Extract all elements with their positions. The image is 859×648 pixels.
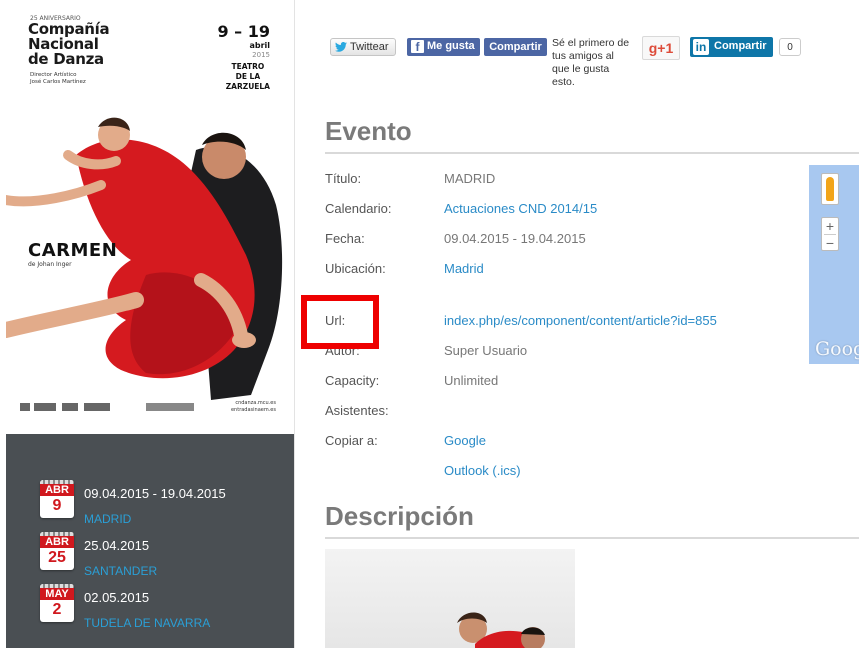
location-map[interactable]: + − Goog xyxy=(809,165,859,364)
event-item[interactable]: ABR 9 09.04.2015 - 19.04.2015 MADRID xyxy=(40,480,290,530)
poster-show-author: de Johan Inger xyxy=(28,261,72,268)
facebook-icon: f xyxy=(411,40,424,54)
zoom-out-button[interactable]: − xyxy=(822,235,838,251)
calendar-day: 9 xyxy=(52,497,62,514)
zoom-in-button[interactable]: + xyxy=(822,218,838,234)
calendar-month: ABR xyxy=(40,484,74,496)
event-item[interactable]: ABR 25 25.04.2015 SANTANDER xyxy=(40,532,290,582)
calendar-icon: ABR 9 xyxy=(40,480,74,518)
detail-value-title: MADRID xyxy=(444,171,496,186)
event-heading-rule xyxy=(325,152,859,154)
poster-contact-line: entradasinaem.es xyxy=(230,407,276,413)
poster-contact: cndanza.mcu.es entradasinaem.es xyxy=(231,400,276,414)
poster-month: abril xyxy=(249,41,270,50)
detail-value-date: 09.04.2015 - 19.04.2015 xyxy=(444,231,586,246)
poster-venue-line: DE LA xyxy=(235,72,261,81)
description-heading: Descripción xyxy=(325,501,474,531)
poster-company-line: de Danza xyxy=(28,50,104,68)
detail-label-attendees: Asistentes: xyxy=(325,403,389,418)
detail-label-copy-to: Copiar a: xyxy=(325,433,378,448)
calendar-day: 2 xyxy=(52,601,62,618)
description-image[interactable] xyxy=(325,549,575,648)
detail-label-date: Fecha: xyxy=(325,231,365,246)
column-divider xyxy=(294,0,295,648)
copy-to-outlook-link[interactable]: Outlook (.ics) xyxy=(444,463,521,478)
facebook-share-button[interactable]: Compartir xyxy=(484,38,547,56)
poster-year: 2015 xyxy=(252,51,270,59)
poster-show-title: CARMEN xyxy=(28,240,118,261)
detail-value-author: Super Usuario xyxy=(444,343,528,358)
poster-dates: 9 – 19 xyxy=(217,22,270,41)
sponsor-logo xyxy=(146,403,194,411)
poster-company: Compañía Nacional de Danza xyxy=(28,22,110,68)
poster-director-line: José Carlos Martínez xyxy=(30,79,86,85)
highlight-box xyxy=(301,295,379,349)
event-heading: Evento xyxy=(325,116,412,146)
detail-label-title: Título: xyxy=(325,171,362,186)
event-url-link[interactable]: index.php/es/component/content/article?i… xyxy=(444,313,717,328)
street-view-pegman-icon[interactable] xyxy=(821,173,839,205)
detail-label-location: Ubicación: xyxy=(325,261,386,276)
calendar-month: MAY xyxy=(40,588,74,600)
linkedin-share-count: 0 xyxy=(779,38,801,56)
location-link[interactable]: Madrid xyxy=(444,261,484,276)
detail-value-capacity: Unlimited xyxy=(444,373,499,388)
sponsor-logo xyxy=(84,403,110,411)
left-sidebar: 25 ANIVERSARIO Compañía Nacional de Danz… xyxy=(6,0,294,648)
linkedin-icon: in xyxy=(693,39,709,55)
sponsor-logo xyxy=(34,403,56,411)
linkedin-share-button[interactable]: in Compartir xyxy=(690,37,773,57)
twitter-label: Twittear xyxy=(350,41,389,53)
map-zoom-control: + − xyxy=(821,217,839,251)
calendar-icon: ABR 25 xyxy=(40,532,74,570)
event-city-link[interactable]: TUDELA DE NAVARRA xyxy=(84,616,210,630)
description-heading-rule xyxy=(325,537,859,539)
calendar-day: 25 xyxy=(48,549,66,566)
linkedin-label: Compartir xyxy=(714,40,767,52)
pegman-figure xyxy=(826,177,834,201)
event-dates: 02.05.2015 xyxy=(84,590,150,605)
calendar-link[interactable]: Actuaciones CND 2014/15 xyxy=(444,201,597,216)
poster-venue-line: TEATRO xyxy=(231,62,265,71)
twitter-bird-icon xyxy=(335,42,347,52)
detail-label-calendar: Calendario: xyxy=(325,201,392,216)
poster-contact-line: cndanza.mcu.es xyxy=(235,400,276,406)
facebook-like-button[interactable]: f Me gusta xyxy=(407,38,480,56)
detail-label-capacity: Capacity: xyxy=(325,373,380,388)
dancers-photo xyxy=(457,612,545,648)
google-plus-one-button[interactable]: g+1 xyxy=(642,36,680,60)
event-item[interactable]: MAY 2 02.05.2015 TUDELA DE NAVARRA xyxy=(40,584,290,634)
event-dates: 25.04.2015 xyxy=(84,538,150,553)
copy-to-google-link[interactable]: Google xyxy=(444,433,486,448)
poster-venue-line: ZARZUELA xyxy=(225,82,270,91)
sponsor-logo xyxy=(20,403,30,411)
event-poster[interactable]: 25 ANIVERSARIO Compañía Nacional de Danz… xyxy=(6,0,294,434)
sponsor-logo xyxy=(62,403,78,411)
event-city-link[interactable]: MADRID xyxy=(84,512,131,526)
facebook-social-note: Sé el primero de tus amigos al que le gu… xyxy=(552,37,630,88)
calendar-month: ABR xyxy=(40,536,74,548)
poster-director-line: Director Artístico xyxy=(30,72,77,78)
calendar-icon: MAY 2 xyxy=(40,584,74,622)
twitter-tweet-button[interactable]: Twittear xyxy=(330,38,396,56)
facebook-like-label: Me gusta xyxy=(427,40,475,52)
google-watermark: Goog xyxy=(815,338,859,360)
poster-venue: TEATRO DE LA ZARZUELA xyxy=(226,62,270,92)
poster-director: Director Artístico José Carlos Martínez xyxy=(30,72,86,86)
event-city-link[interactable]: SANTANDER xyxy=(84,564,157,578)
event-dates: 09.04.2015 - 19.04.2015 xyxy=(84,486,226,501)
